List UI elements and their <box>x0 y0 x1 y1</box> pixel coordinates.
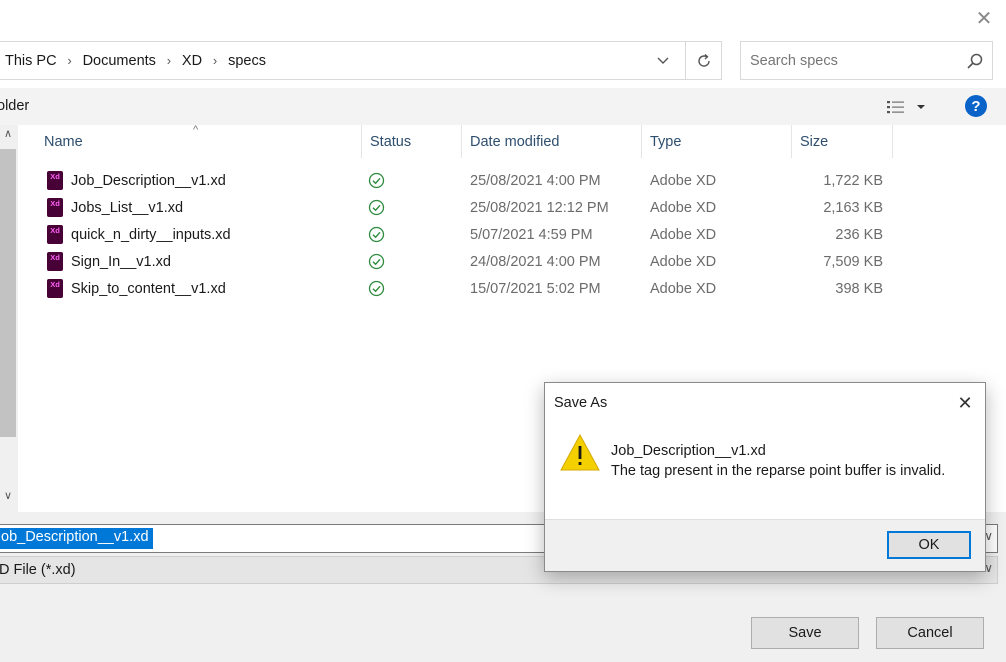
dialog-title: Save As <box>554 395 608 411</box>
synced-status-icon <box>368 172 385 189</box>
help-button[interactable]: ? <box>965 95 987 117</box>
view-menu-caret-icon <box>917 105 925 109</box>
file-row[interactable]: Xd Sign_In__v1.xd 24/08/2021 4:00 PM Ado… <box>0 248 900 275</box>
adobe-xd-file-icon: Xd <box>47 171 63 190</box>
warning-icon <box>560 433 600 471</box>
adobe-xd-file-icon: Xd <box>47 225 63 244</box>
file-name: Job_Description__v1.xd <box>71 172 226 189</box>
file-row[interactable]: Xd Skip_to_content__v1.xd 15/07/2021 5:0… <box>0 275 900 302</box>
file-name: quick_n_dirty__inputs.xd <box>71 226 231 243</box>
refresh-icon <box>698 53 710 67</box>
file-date: 15/07/2021 5:02 PM <box>470 280 601 297</box>
close-icon: ✕ <box>957 392 973 413</box>
breadcrumb-specs[interactable]: specs <box>228 53 266 69</box>
file-date: 25/08/2021 12:12 PM <box>470 199 609 216</box>
synced-status-icon <box>368 226 385 243</box>
dialog-footer: OK <box>545 519 985 571</box>
adobe-xd-file-icon: Xd <box>47 252 63 271</box>
breadcrumb: This PC › Documents › XD › specs <box>5 42 266 79</box>
adobe-xd-file-icon: Xd <box>47 279 63 298</box>
synced-status-icon <box>368 253 385 270</box>
refresh-button[interactable] <box>685 42 722 79</box>
column-header-name[interactable]: Name <box>36 125 362 158</box>
dialog-close-button[interactable]: ✕ <box>951 389 979 417</box>
file-row[interactable]: Xd Jobs_List__v1.xd 25/08/2021 12:12 PM … <box>0 194 900 221</box>
search-icon[interactable] <box>966 52 984 70</box>
synced-status-icon <box>368 280 385 297</box>
breadcrumb-xd[interactable]: XD <box>182 53 202 69</box>
column-header-date-modified[interactable]: Date modified <box>462 125 642 158</box>
close-icon: ✕ <box>975 7 993 30</box>
file-row[interactable]: Xd quick_n_dirty__inputs.xd 5/07/2021 4:… <box>0 221 900 248</box>
file-size: 398 KB <box>835 280 883 297</box>
breadcrumb-separator-icon[interactable]: › <box>156 53 182 68</box>
change-view-button[interactable] <box>886 96 934 118</box>
cancel-button[interactable]: Cancel <box>876 617 984 649</box>
breadcrumb-separator-icon[interactable]: › <box>202 53 228 68</box>
dialog-file-name: Job_Description__v1.xd <box>611 443 766 459</box>
search-input[interactable] <box>750 51 950 71</box>
column-header-size[interactable]: Size <box>792 125 893 158</box>
file-type-value: D File (*.xd) <box>0 562 76 578</box>
details-view-icon <box>887 101 904 114</box>
save-as-window: ✕ This PC › Documents › XD › specs Searc… <box>0 0 1006 662</box>
error-dialog: Save As ✕ Job_Description__v1.xd The tag… <box>544 382 986 572</box>
file-name: Jobs_List__v1.xd <box>71 199 184 216</box>
file-date: 24/08/2021 4:00 PM <box>470 253 601 270</box>
file-type: Adobe XD <box>650 226 717 243</box>
breadcrumb-documents[interactable]: Documents <box>83 53 156 69</box>
chevron-down-icon <box>657 57 669 64</box>
file-type: Adobe XD <box>650 172 717 189</box>
ok-button[interactable]: OK <box>887 531 971 559</box>
file-type: Adobe XD <box>650 199 717 216</box>
file-type: Adobe XD <box>650 253 717 270</box>
file-date: 25/08/2021 4:00 PM <box>470 172 601 189</box>
breadcrumb-this-pc[interactable]: This PC <box>5 53 57 69</box>
search-box[interactable] <box>740 41 993 80</box>
scroll-down-icon[interactable]: ∨ <box>0 489 16 509</box>
file-name: Sign_In__v1.xd <box>71 253 171 270</box>
save-button[interactable]: Save <box>751 617 859 649</box>
adobe-xd-file-icon: Xd <box>47 198 63 217</box>
command-bar: older ? <box>0 88 1006 125</box>
address-bar[interactable]: This PC › Documents › XD › specs <box>0 41 722 80</box>
scroll-up-icon[interactable]: ∧ <box>0 127 16 147</box>
file-name-value: ob_Description__v1.xd <box>0 528 153 549</box>
synced-status-icon <box>368 199 385 216</box>
file-size: 236 KB <box>835 226 883 243</box>
column-header-status[interactable]: Status <box>362 125 462 158</box>
window-close-button[interactable]: ✕ <box>970 4 998 32</box>
file-type: Adobe XD <box>650 280 717 297</box>
file-name: Skip_to_content__v1.xd <box>71 280 226 297</box>
file-size: 7,509 KB <box>823 253 883 270</box>
column-header-type[interactable]: Type <box>642 125 792 158</box>
file-size: 2,163 KB <box>823 199 883 216</box>
breadcrumb-separator-icon[interactable]: › <box>57 53 83 68</box>
address-history-button[interactable] <box>641 42 685 79</box>
file-date: 5/07/2021 4:59 PM <box>470 226 593 243</box>
file-row[interactable]: Xd Job_Description__v1.xd 25/08/2021 4:0… <box>0 167 900 194</box>
file-size: 1,722 KB <box>823 172 883 189</box>
new-folder-button[interactable]: older <box>0 98 29 114</box>
dialog-message: The tag present in the reparse point buf… <box>611 463 946 479</box>
